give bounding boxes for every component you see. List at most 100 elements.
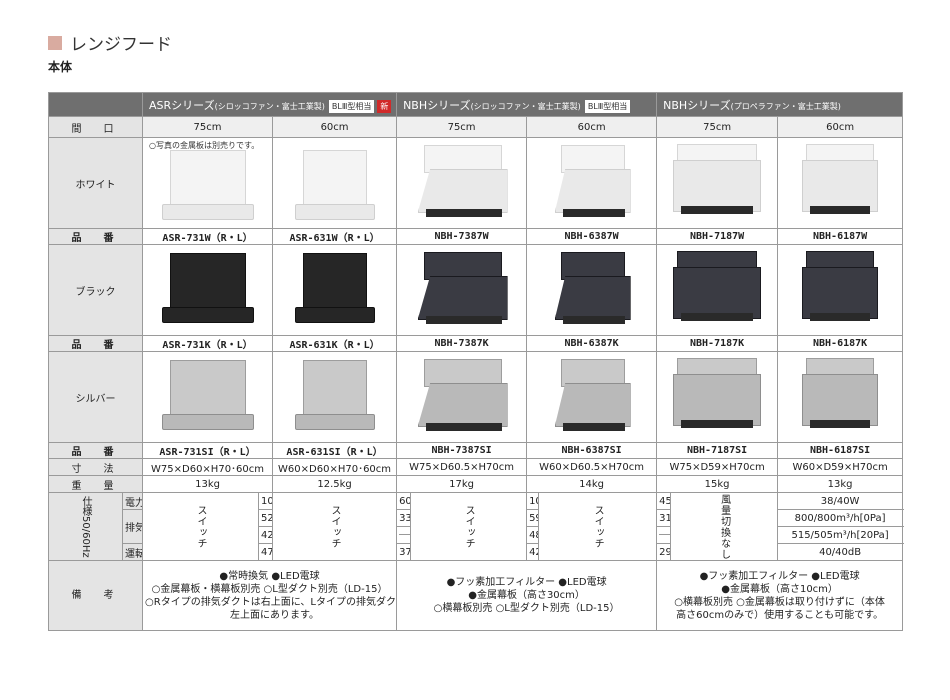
switch-label: スイッチ — [538, 492, 658, 561]
black-part-number-row: 品 番 ASR-731K（R・L） ASR-631K（R・L） NBH-7387… — [47, 335, 904, 352]
spec-hz-label: 仕様50/60Hz — [48, 492, 123, 561]
part-number: NBH-6187SI — [777, 442, 904, 459]
remarks-nbh-propeller: ●フッ素加工フィルター ●LED電球 ●金属幕板（高さ10cm） ○横幕板別売 … — [656, 560, 904, 631]
remarks-row: 備 考 ●常時換気 ●LED電球 ○金属幕板・横幕板別売 ○L型ダクト別売（LD… — [47, 560, 904, 631]
range-hood-image — [160, 150, 256, 224]
power-label: 電力消費量 — [121, 492, 144, 510]
spec-value: 42/40dB — [526, 543, 540, 561]
part-number: NBH-7387SI — [396, 442, 528, 459]
color-label-silver: シルバー — [47, 351, 144, 443]
spec-value: 45/45W — [656, 492, 672, 510]
airflow-label: 排気風量 — [121, 509, 144, 544]
range-hood-image — [673, 358, 762, 436]
series-header-nbh-propeller: NBHシリーズ(プロペラファン・富士工業製) — [656, 92, 904, 117]
range-hood-image — [549, 359, 635, 435]
width-cell: 60cm — [777, 116, 904, 138]
spec-value: 420/430m³/h[100Pa] — [258, 526, 274, 544]
width-cell: 75cm — [396, 116, 528, 138]
part-number: NBH-6187W — [777, 228, 904, 245]
switch-label: スイッチ — [410, 492, 528, 561]
remarks-nbh-sirocco: ●フッ素加工フィルター ●LED電球 ●金属幕板（高さ30cm） ○横幕板別売 … — [396, 560, 658, 631]
part-number: NBH-7187W — [656, 228, 779, 245]
weight-value: 12.5kg — [272, 475, 398, 493]
product-photo — [526, 351, 658, 443]
remark-line: ●フッ素加工フィルター ●LED電球 — [446, 577, 607, 588]
silver-part-number-row: 品 番 ASR-731SI（R・L） ASR-631SI（R・L） NBH-73… — [47, 442, 904, 459]
weight-value: 14kg — [526, 475, 658, 493]
spec-value: 315/290m³/h[0Pa] — [656, 509, 672, 527]
part-number: NBH-6387W — [526, 228, 658, 245]
remark-line: ●フッ素加工フィルター ●LED電球 — [699, 570, 860, 582]
width-cell: 75cm — [142, 116, 274, 138]
range-hood-image — [293, 150, 377, 224]
part-number: ASR-631K（R・L） — [272, 335, 398, 352]
series-header-asr: ASRシリーズ(シロッコファン・富士工業製) BLⅢ型相当新 — [142, 92, 398, 117]
product-photo — [142, 351, 274, 443]
remark-line: ○横幕板別売 ○L型ダクト別売（LD-15） — [433, 603, 620, 614]
weight-value: 17kg — [396, 475, 528, 493]
spec-value: 29/27dB — [656, 543, 672, 561]
spec-value: 40/40dB — [777, 543, 904, 561]
weight-row: 重 量 13kg 12.5kg 17kg 14kg 15kg 13kg — [47, 475, 904, 493]
product-photo: ○写真の金属板は別売りです。 — [142, 137, 274, 229]
spec-empty — [656, 526, 672, 544]
spec-value: 590/550m³/h[0Pa] — [526, 509, 540, 527]
product-photo — [272, 137, 398, 229]
product-photo — [656, 351, 779, 443]
white-part-number-row: 品 番 ASR-731W（R・L） ASR-631W（R・L） NBH-7387… — [47, 228, 904, 245]
dash-line — [659, 534, 670, 535]
remark-line: ●常時換気 ●LED電球 — [219, 570, 320, 582]
range-hood-image — [802, 251, 879, 329]
part-number: NBH-7187K — [656, 335, 779, 352]
product-photo — [777, 137, 904, 229]
product-photo — [272, 244, 398, 336]
spec-empty — [396, 526, 412, 544]
new-badge: 新 — [377, 99, 392, 113]
dimensions-row: 寸 法 W75×D60×H70･60cm W60×D60×H70･60cm W7… — [47, 458, 904, 476]
remark-line: 高さ60cmのみで）使用することも可能です。 — [676, 609, 884, 621]
range-hood-image — [802, 358, 879, 436]
part-number: ASR-731W（R・L） — [142, 228, 274, 245]
range-hood-image — [412, 145, 512, 221]
switch-label: スイッチ — [272, 492, 398, 561]
part-number: NBH-7387W — [396, 228, 528, 245]
range-hood-image — [549, 145, 635, 221]
remark-line: ○Rタイプの排気ダクトは右上面に、Lタイプの排気ダクトは — [145, 596, 397, 608]
dimension-value: W75×D60×H70･60cm — [142, 458, 274, 476]
part-number: ASR-731SI（R・L） — [142, 442, 274, 459]
product-photo — [777, 351, 904, 443]
product-photo — [142, 244, 274, 336]
range-hood-image — [802, 144, 879, 222]
product-photo — [396, 244, 528, 336]
page-subtitle: 本体 — [48, 60, 73, 74]
part-number: NBH-6387K — [526, 335, 658, 352]
range-hood-image — [412, 252, 512, 328]
dimension-value: W60×D60×H70･60cm — [272, 458, 398, 476]
series-header-row: ASRシリーズ(シロッコファン・富士工業製) BLⅢ型相当新 NBHシリーズ(シロ… — [47, 92, 904, 117]
range-hood-image — [160, 253, 256, 327]
part-number-label: 品 番 — [47, 335, 144, 352]
color-label-white: ホワイト — [47, 137, 144, 229]
width-cell: 75cm — [656, 116, 779, 138]
range-hood-image — [412, 359, 512, 435]
dimension-value: W75×D59×H70cm — [656, 458, 779, 476]
spec-value: 47/46dB — [258, 543, 274, 561]
width-cell: 60cm — [272, 116, 398, 138]
title-square-icon — [48, 35, 62, 50]
dimension-value: W75×D60.5×H70cm — [396, 458, 528, 476]
width-label: 間 口 — [47, 116, 144, 138]
part-number-label: 品 番 — [47, 442, 144, 459]
page-title-text: レンジフード — [70, 35, 172, 55]
product-photo — [526, 137, 658, 229]
part-number: NBH-6387SI — [526, 442, 658, 459]
switch-label: スイッチ — [142, 492, 260, 561]
bl-badge: BLⅢ型相当 — [328, 99, 375, 113]
spec-value: 101/111W — [526, 492, 540, 510]
spec-value: 330/300m³/h[0Pa] — [396, 509, 412, 527]
product-photo — [777, 244, 904, 336]
width-cell: 60cm — [526, 116, 658, 138]
remark-line: ○横幕板別売 ○金属幕板は取り付けずに（本体 — [674, 596, 885, 608]
remark-line: 左上面にあります。 — [220, 609, 320, 621]
part-number: NBH-7187SI — [656, 442, 779, 459]
part-number-label: 品 番 — [47, 228, 144, 245]
